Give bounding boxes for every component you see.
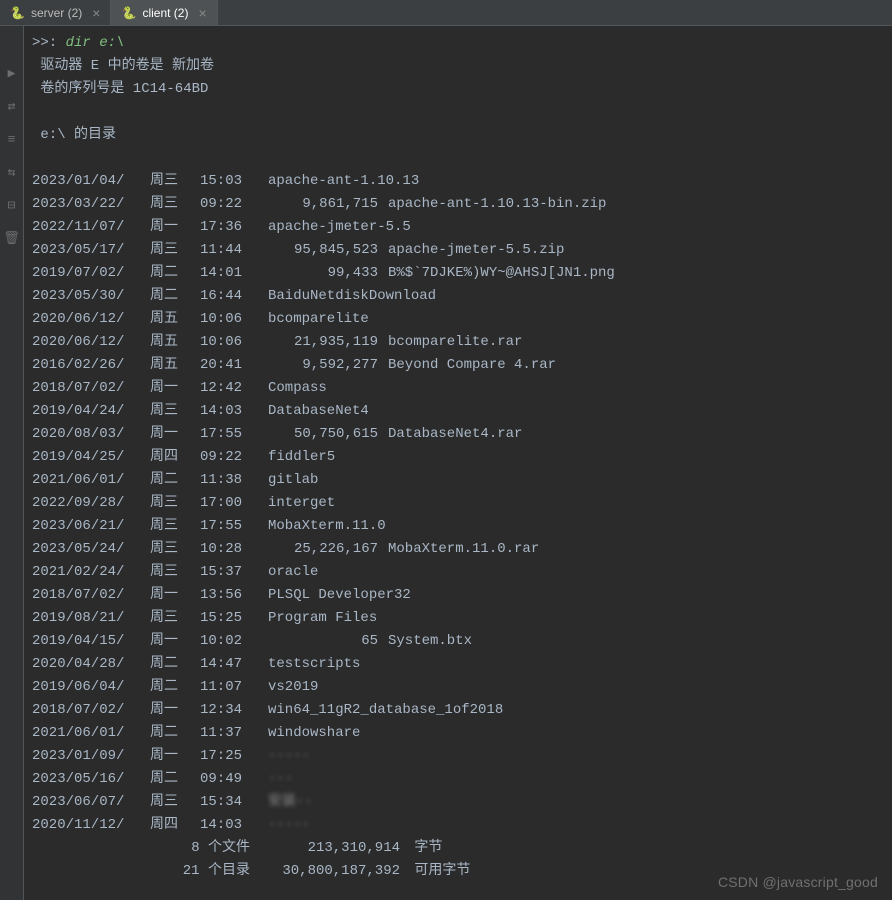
dir-entry: 2021/06/01/周二11:37windowshare bbox=[32, 722, 884, 745]
dir-entry: 2019/04/15/周一10:0265System.btx bbox=[32, 630, 884, 653]
dir-entry: 2020/11/12/周四14:03····· bbox=[32, 814, 884, 837]
dir-entry: 2020/06/12/周五10:06bcomparelite bbox=[32, 308, 884, 331]
dir-entry: 2019/06/04/周二11:07vs2019 bbox=[32, 676, 884, 699]
gutter-icon-5[interactable]: 🗑 bbox=[3, 231, 20, 246]
output-line bbox=[32, 101, 884, 124]
output-line bbox=[32, 147, 884, 170]
python-icon: 🐍 bbox=[10, 6, 25, 20]
dir-entry: 2020/06/12/周五10:0621,935,119bcomparelite… bbox=[32, 331, 884, 354]
dir-entry: 2022/09/28/周三17:00interget bbox=[32, 492, 884, 515]
dir-entry: 2021/06/01/周二11:38gitlab bbox=[32, 469, 884, 492]
dir-entry: 2022/11/07/周一17:36apache-jmeter-5.5 bbox=[32, 216, 884, 239]
prompt-line: >>: dir e:\ bbox=[32, 32, 884, 55]
close-icon[interactable]: × bbox=[198, 5, 206, 21]
dir-entry: 2018/07/02/周一12:34win64_11gR2_database_1… bbox=[32, 699, 884, 722]
dir-entry: 2019/08/21/周三15:25Program Files bbox=[32, 607, 884, 630]
dir-entry: 2019/07/02/周二14:0199,433B%$`7DJKE%)WY~@A… bbox=[32, 262, 884, 285]
output-line: 卷的序列号是 1C14-64BD bbox=[32, 78, 884, 101]
dir-entry: 2023/06/07/周三15:34安装·· bbox=[32, 791, 884, 814]
console-output[interactable]: >>: dir e:\ 驱动器 E 中的卷是 新加卷 卷的序列号是 1C14-6… bbox=[24, 26, 892, 900]
dir-entry: 2020/04/28/周二14:47testscripts bbox=[32, 653, 884, 676]
tab-label: client (2) bbox=[142, 6, 188, 20]
gutter-icon-2[interactable]: ≡ bbox=[8, 132, 16, 147]
dir-entry: 2018/07/02/周一13:56PLSQL Developer32 bbox=[32, 584, 884, 607]
tab-bar: 🐍 server (2) × 🐍 client (2) × bbox=[0, 0, 892, 26]
close-icon[interactable]: × bbox=[92, 5, 100, 21]
tab-1[interactable]: 🐍 client (2) × bbox=[111, 0, 217, 25]
dir-entry: 2023/06/21/周三17:55MobaXterm.11.0 bbox=[32, 515, 884, 538]
watermark: CSDN @javascript_good bbox=[718, 874, 878, 890]
gutter-icon-4[interactable]: ⊟ bbox=[8, 198, 16, 213]
gutter-icon-0[interactable]: ▶ bbox=[8, 66, 16, 81]
dir-entry: 2023/01/04/周三15:03apache-ant-1.10.13 bbox=[32, 170, 884, 193]
dir-entry: 2021/02/24/周三15:37oracle bbox=[32, 561, 884, 584]
dir-entry: 2023/05/17/周三11:4495,845,523apache-jmete… bbox=[32, 239, 884, 262]
dir-entry: 2023/05/24/周三10:2825,226,167MobaXterm.11… bbox=[32, 538, 884, 561]
output-line: e:\ 的目录 bbox=[32, 124, 884, 147]
dir-entry: 2023/05/30/周二16:44BaiduNetdiskDownload bbox=[32, 285, 884, 308]
dir-entry: 2019/04/25/周四09:22fiddler5 bbox=[32, 446, 884, 469]
dir-entry: 2020/08/03/周一17:5550,750,615DatabaseNet4… bbox=[32, 423, 884, 446]
summary-line: 8 个文件213,310,914 字节 bbox=[32, 837, 884, 860]
output-line: 驱动器 E 中的卷是 新加卷 bbox=[32, 55, 884, 78]
tab-0[interactable]: 🐍 server (2) × bbox=[0, 0, 111, 25]
dir-entry: 2023/03/22/周三09:229,861,715apache-ant-1.… bbox=[32, 193, 884, 216]
tab-label: server (2) bbox=[31, 6, 82, 20]
dir-entry: 2023/01/09/周一17:25····· bbox=[32, 745, 884, 768]
dir-entry: 2023/05/16/周二09:49··· bbox=[32, 768, 884, 791]
run-gutter: ▶ ⇄ ≡ ⇆ ⊟ 🗑 bbox=[0, 26, 24, 900]
dir-entry: 2018/07/02/周一12:42Compass bbox=[32, 377, 884, 400]
command-text: dir e:\ bbox=[66, 35, 125, 51]
gutter-icon-1[interactable]: ⇄ bbox=[8, 99, 16, 114]
dir-entry: 2016/02/26/周五20:419,592,277Beyond Compar… bbox=[32, 354, 884, 377]
gutter-icon-3[interactable]: ⇆ bbox=[8, 165, 16, 180]
dir-entry: 2019/04/24/周三14:03DatabaseNet4 bbox=[32, 400, 884, 423]
python-icon: 🐍 bbox=[121, 6, 136, 20]
